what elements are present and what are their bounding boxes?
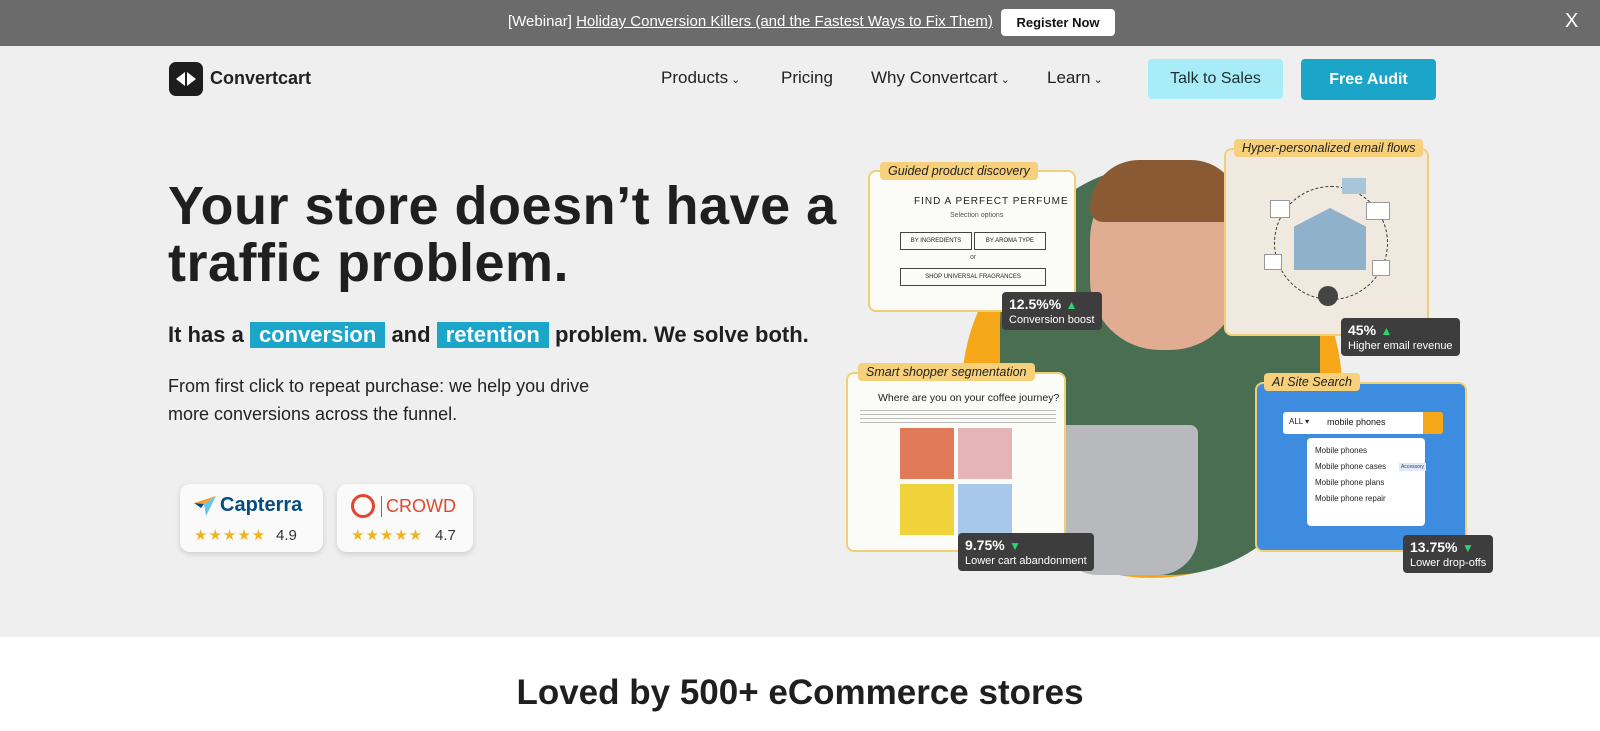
banner-text: [Webinar] Holiday Conversion Killers (an…: [508, 13, 993, 30]
stat-value: 45%: [1348, 322, 1377, 338]
rating-stars: ★★★★★: [351, 527, 424, 544]
stat-label: Lower cart abandonment: [965, 555, 1087, 567]
segmentation-card: Where are you on your coffee journey?: [846, 372, 1066, 552]
hero-sub-suffix: problem. We solve both.: [554, 322, 809, 347]
register-now-button[interactable]: Register Now: [1001, 9, 1115, 36]
arrow-up-icon: ▲: [1380, 324, 1393, 338]
nav-pricing-label: Pricing: [781, 68, 833, 87]
suggestion-item[interactable]: Mobile phone cases: [1315, 462, 1386, 471]
capterra-logo-icon: [194, 496, 216, 516]
ai-site-search-card: ALL ▾ mobile phones Mobile phones Mobile…: [1255, 382, 1467, 552]
suggestion-item[interactable]: Mobile phones: [1315, 446, 1367, 455]
segmentation-title: Where are you on your coffee journey?: [878, 392, 1060, 404]
segmentation-tag: Smart shopper segmentation: [858, 363, 1035, 381]
email-revenue-stat: 45% ▲ Higher email revenue: [1341, 318, 1460, 356]
hero-sub-prefix: It has a: [168, 322, 244, 347]
nav-item-pricing[interactable]: Pricing: [781, 68, 833, 88]
tile-casual-coffee-lover[interactable]: [958, 428, 1012, 479]
stat-value: 9.75%: [965, 537, 1005, 553]
hero-subtitle: It has a conversion and retention proble…: [168, 322, 809, 348]
g2-crowd-brand: CROWD: [381, 496, 456, 517]
chart-icon: [1270, 200, 1290, 218]
suggestion-item[interactable]: Mobile phone repair: [1315, 494, 1386, 503]
tile-coffee-connoisseur[interactable]: [900, 484, 954, 535]
discovery-tag: Guided product discovery: [880, 162, 1038, 180]
stat-label: Higher email revenue: [1348, 340, 1453, 352]
search-input[interactable]: ALL ▾ mobile phones: [1283, 412, 1443, 434]
tile-fourth-option[interactable]: [958, 484, 1012, 535]
globe-icon: [1318, 286, 1338, 306]
tile-coffee-curious[interactable]: [900, 428, 954, 479]
stat-value: 12.5%%: [1009, 296, 1062, 312]
social-proof-title: Loved by 500+ eCommerce stores: [516, 673, 1084, 712]
option-by-ingredients[interactable]: BY INGREDIENTS: [900, 232, 972, 250]
banner-webinar-link[interactable]: Holiday Conversion Killers (and the Fast…: [576, 13, 993, 30]
highlight-conversion: conversion: [249, 322, 386, 348]
cart-icon: [1372, 260, 1390, 276]
g2-crowd-review-badge[interactable]: CROWD ★★★★★ 4.7: [337, 484, 473, 552]
chevron-down-icon: ⌄: [1093, 74, 1103, 86]
cart-abandonment-stat: 9.75% ▼ Lower cart abandonment: [958, 533, 1094, 571]
conversion-boost-stat: 12.5%% ▲ Conversion boost: [1002, 292, 1102, 330]
banner-prefix: [Webinar]: [508, 13, 572, 30]
hero-sub-and: and: [391, 322, 431, 347]
hero-description: From first click to repeat purchase: we …: [168, 376, 590, 424]
arrow-down-icon: ▼: [1461, 541, 1474, 555]
option-by-aroma[interactable]: BY AROMA TYPE: [974, 232, 1046, 250]
rating-stars: ★★★★★: [194, 527, 267, 544]
email-tag: Hyper-personalized email flows: [1234, 139, 1424, 157]
capterra-brand: Capterra: [220, 494, 303, 516]
rating-score: 4.7: [435, 527, 456, 544]
rating-score: 4.9: [276, 527, 297, 544]
free-audit-button[interactable]: Free Audit: [1301, 59, 1436, 100]
search-query: mobile phones: [1327, 417, 1386, 427]
segmentation-body-text: [860, 410, 1056, 424]
search-icon[interactable]: [1423, 412, 1443, 434]
product-discovery-card: FIND A PERFECT PERFUME Selection options…: [868, 170, 1076, 312]
chart-icon: [1264, 254, 1282, 270]
social-proof-section: Loved by 500+ eCommerce stores: [0, 637, 1600, 731]
accessory-badge: Accessory: [1399, 463, 1427, 471]
mail-icon: [1342, 178, 1366, 194]
chevron-down-icon: ⌄: [1000, 74, 1010, 86]
arrow-up-icon: ▲: [1065, 298, 1078, 312]
nav-products-label: Products: [661, 68, 729, 87]
nav-item-why-convertcart[interactable]: Why Convertcart ⌄: [871, 68, 1010, 88]
stat-label: Lower drop-offs: [1410, 557, 1487, 569]
nav-item-products[interactable]: Products ⌄: [661, 68, 740, 88]
webinar-banner: [Webinar] Holiday Conversion Killers (an…: [0, 0, 1600, 46]
discovery-title: FIND A PERFECT PERFUME: [914, 196, 1069, 207]
email-flows-card: [1224, 148, 1429, 336]
logo-text[interactable]: Convertcart: [210, 68, 311, 89]
stat-label: Conversion boost: [1009, 314, 1095, 326]
capterra-review-badge[interactable]: Capterra ★★★★★ 4.9: [180, 484, 323, 552]
search-category-select[interactable]: ALL ▾: [1289, 417, 1309, 426]
arrow-down-icon: ▼: [1009, 539, 1022, 553]
nav-why-label: Why Convertcart: [871, 68, 998, 87]
nav-item-learn[interactable]: Learn ⌄: [1047, 68, 1103, 88]
drop-offs-stat: 13.75% ▼ Lower drop-offs: [1403, 535, 1494, 573]
highlight-retention: retention: [436, 322, 549, 348]
search-tag: AI Site Search: [1264, 373, 1360, 391]
convertcart-logo-icon[interactable]: [169, 62, 203, 96]
chevron-down-icon: ⌄: [731, 74, 741, 86]
g2-logo-icon: [351, 494, 375, 518]
discovery-or: or: [970, 254, 977, 261]
stat-value: 13.75%: [1410, 539, 1458, 555]
nav-learn-label: Learn: [1047, 68, 1091, 87]
discovery-subtitle: Selection options: [950, 212, 1004, 219]
close-banner-icon[interactable]: X: [1565, 10, 1578, 33]
hero-title: Your store doesn’t have a traffic proble…: [168, 176, 837, 293]
option-universal[interactable]: SHOP UNIVERSAL FRAGRANCES: [900, 268, 1046, 286]
talk-to-sales-button[interactable]: Talk to Sales: [1148, 59, 1283, 99]
person-hair: [1090, 160, 1240, 222]
chart-icon: [1366, 202, 1390, 220]
suggestion-item[interactable]: Mobile phone plans: [1315, 478, 1384, 487]
search-suggestions: Mobile phones Mobile phone cases Accesso…: [1307, 438, 1427, 526]
